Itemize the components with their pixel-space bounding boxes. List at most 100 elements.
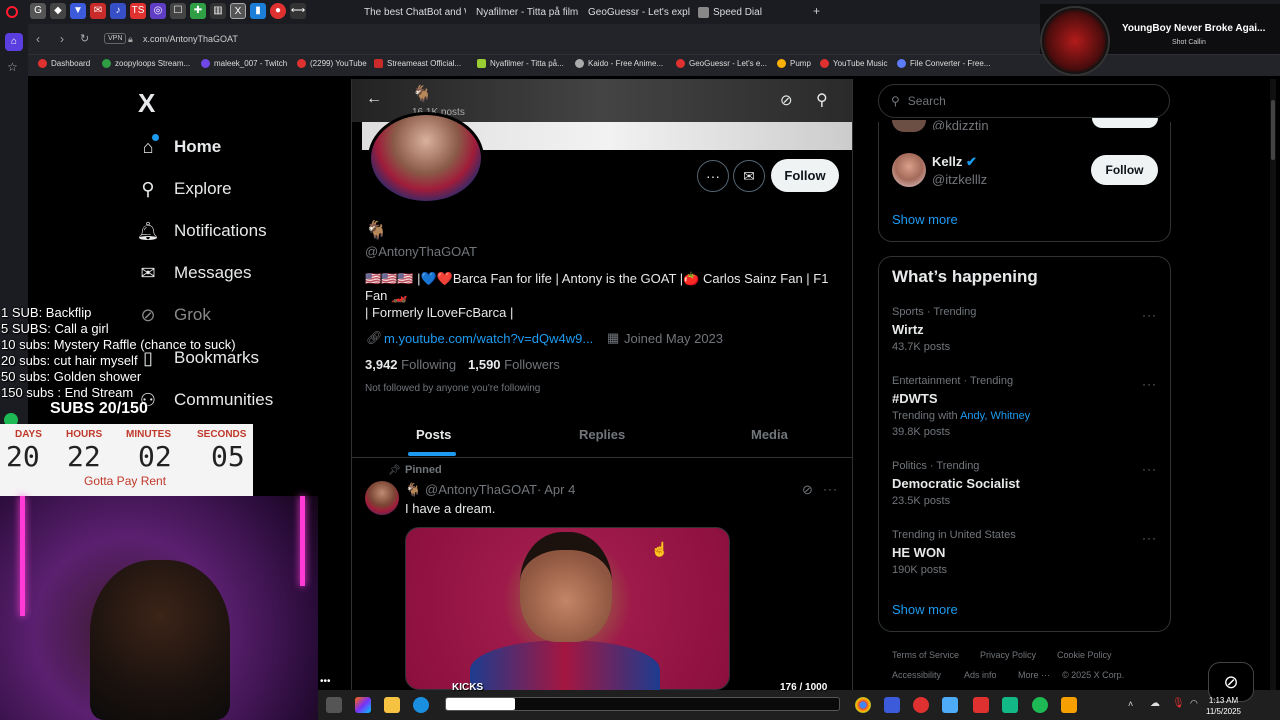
wtf-avatar[interactable]: [892, 153, 926, 187]
url-field[interactable]: x.com/AntonyThaGOAT: [143, 34, 238, 44]
bookmark-item[interactable]: Nyafilmer - Titta på...: [477, 59, 564, 68]
trend-more-icon[interactable]: ···: [1142, 462, 1157, 476]
nav-home[interactable]: ⌂ Home: [138, 137, 222, 157]
pinned-tab-icon[interactable]: ▮: [250, 3, 266, 19]
bookmark-item[interactable]: Pump: [777, 59, 811, 68]
browser-tab[interactable]: GeoGuessr - Let's explore: [584, 2, 690, 22]
app-icon[interactable]: [1061, 697, 1077, 713]
pinned-tab-icon[interactable]: ●: [270, 3, 286, 19]
pinned-tab-icon[interactable]: TS: [130, 3, 146, 19]
wifi-icon[interactable]: ◠: [1190, 698, 1198, 709]
trend-item[interactable]: Politics · Trending Democratic Socialist…: [892, 460, 1020, 507]
post-author-avatar[interactable]: [365, 481, 399, 515]
nav-notifications[interactable]: 🔔︎ Notifications: [137, 221, 267, 241]
tray-chevron-icon[interactable]: ˄: [1128, 699, 1133, 709]
search-icon[interactable]: ⚲: [816, 90, 828, 110]
vpn-badge[interactable]: VPN: [104, 33, 127, 44]
trend-more-icon[interactable]: ···: [1142, 531, 1157, 545]
pinned-tab-icon[interactable]: ☐: [170, 3, 186, 19]
home-sidebar-icon[interactable]: ⌂: [5, 33, 23, 51]
x-logo-icon[interactable]: X: [138, 88, 155, 119]
pinned-tab-icon[interactable]: ♪: [110, 3, 126, 19]
browser-tab[interactable]: The best ChatBot and Wi: [360, 2, 466, 22]
scrollbar-thumb[interactable]: [1271, 100, 1275, 160]
wtf-show-more-link[interactable]: Show more: [892, 212, 958, 227]
grok-icon[interactable]: ⊘: [780, 91, 793, 109]
back-button[interactable]: ‹: [36, 32, 40, 46]
edge-icon[interactable]: [413, 697, 429, 713]
trend-more-icon[interactable]: ···: [1142, 308, 1157, 322]
album-art[interactable]: [1040, 6, 1110, 76]
wtf-follow-button[interactable]: Follow: [1091, 155, 1158, 185]
forward-button[interactable]: ›: [60, 32, 64, 46]
grok-icon[interactable]: ⊘: [802, 482, 813, 498]
more-options-button[interactable]: ···: [697, 160, 729, 192]
tab-media[interactable]: Media: [751, 427, 788, 442]
bookmark-item[interactable]: YouTube Music: [820, 59, 888, 68]
footer-link[interactable]: Ads info: [964, 670, 997, 680]
reload-button[interactable]: ↻: [80, 32, 89, 45]
browser-tab[interactable]: Speed Dial: [698, 2, 798, 22]
pinned-tab-icon[interactable]: ▼: [70, 3, 86, 19]
microphone-icon[interactable]: 🎙︎: [1172, 698, 1185, 709]
post-author-handle[interactable]: @AntonyThaGOAT: [425, 482, 537, 497]
bookmark-item[interactable]: Kaido - Free Anime...: [575, 59, 663, 68]
spotify-icon[interactable]: [1032, 697, 1048, 713]
footer-link[interactable]: Privacy Policy: [980, 650, 1036, 660]
trend-item[interactable]: Sports · Trending Wirtz 43.7K posts: [892, 306, 976, 353]
nav-grok[interactable]: ⊘ Grok: [138, 305, 210, 325]
browser-tab[interactable]: Nyafilmer - Titta på filmer: [472, 2, 578, 22]
post-more-icon[interactable]: ···: [823, 482, 838, 496]
search-box[interactable]: ⚲ Search: [878, 84, 1170, 118]
profile-website-link[interactable]: m.youtube.com/watch?v=dQw4w9...: [384, 331, 593, 346]
taskbar-clock[interactable]: 1:13 AM 11/5/2025: [1206, 695, 1241, 717]
cloud-icon[interactable]: ☁: [1150, 698, 1160, 709]
nav-explore[interactable]: ⚲ Explore: [138, 179, 231, 199]
followers-link[interactable]: 1,590 Followers: [468, 357, 560, 372]
file-explorer-icon[interactable]: [384, 697, 400, 713]
bookmark-item[interactable]: Dashboard: [38, 59, 90, 68]
app-icon[interactable]: [973, 697, 989, 713]
app-icon[interactable]: [1002, 697, 1018, 713]
trend-item[interactable]: Trending in United States HE WON 190K po…: [892, 529, 1016, 576]
trend-item[interactable]: Entertainment · Trending #DWTS Trending …: [892, 375, 1030, 438]
pinned-tab-icon[interactable]: ⟷: [290, 3, 306, 19]
pinned-tab-icon[interactable]: G: [30, 3, 46, 19]
back-arrow-icon[interactable]: ←: [366, 90, 382, 108]
opera-icon[interactable]: [913, 697, 929, 713]
bookmark-item[interactable]: GeoGuessr - Let's e...: [676, 59, 767, 68]
profile-avatar[interactable]: [368, 112, 484, 204]
chrome-icon[interactable]: [855, 697, 871, 713]
footer-link[interactable]: Terms of Service: [892, 650, 959, 660]
pinned-tab-icon[interactable]: ▥: [210, 3, 226, 19]
pinned-tab-icon[interactable]: ✚: [190, 3, 206, 19]
bookmark-item[interactable]: maleek_007 - Twitch: [201, 59, 287, 68]
following-link[interactable]: 3,942 Following: [365, 357, 456, 372]
follow-button[interactable]: Follow: [771, 159, 839, 192]
footer-link[interactable]: Accessibility: [892, 670, 941, 680]
bookmark-item[interactable]: (2299) YouTube: [297, 59, 367, 68]
bookmark-item[interactable]: zoopyloops Stream...: [102, 59, 190, 68]
wtf-handle[interactable]: @itzkelllz: [932, 172, 987, 187]
pinned-tab-icon[interactable]: ✉: [90, 3, 106, 19]
post-date[interactable]: · Apr 4: [537, 482, 575, 497]
x-tab-icon[interactable]: X: [230, 3, 246, 19]
message-button[interactable]: ✉: [733, 160, 765, 192]
task-view-icon[interactable]: [326, 697, 342, 713]
post-author-name[interactable]: 🐐: [405, 482, 421, 498]
trend-with-links[interactable]: Andy, Whitney: [960, 410, 1030, 422]
pinned-tab-icon[interactable]: ◆: [50, 3, 66, 19]
trend-more-icon[interactable]: ···: [1142, 377, 1157, 391]
footer-link[interactable]: More ···: [1018, 670, 1050, 680]
opera-logo-icon[interactable]: [6, 6, 18, 18]
bookmark-item[interactable]: Streameast Official...: [374, 59, 461, 68]
app-icon[interactable]: [884, 697, 900, 713]
page-scrollbar[interactable]: [1270, 79, 1276, 690]
nav-messages[interactable]: ✉ Messages: [138, 263, 251, 283]
bookmark-sidebar-icon[interactable]: ☆: [7, 60, 18, 74]
tab-posts[interactable]: Posts: [416, 427, 451, 442]
happening-show-more-link[interactable]: Show more: [892, 602, 958, 617]
app-icon[interactable]: [942, 697, 958, 713]
copilot-icon[interactable]: [355, 697, 371, 713]
tab-replies[interactable]: Replies: [579, 427, 625, 442]
